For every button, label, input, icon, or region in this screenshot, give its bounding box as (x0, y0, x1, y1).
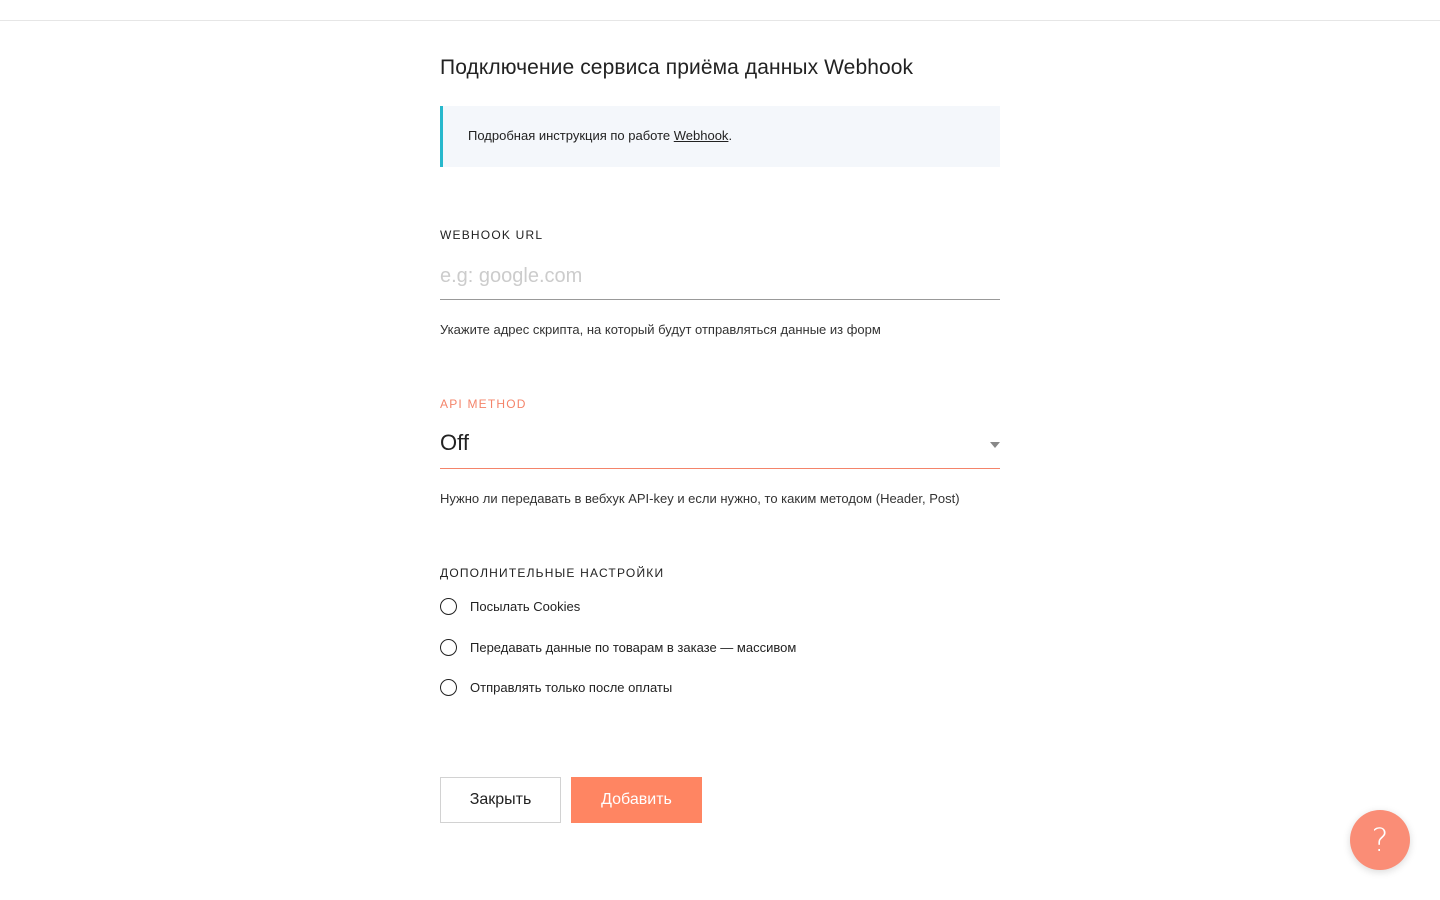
help-button[interactable]: ? (1350, 810, 1410, 870)
close-button[interactable]: Закрыть (440, 777, 561, 823)
webhook-url-label: WEBHOOK URL (440, 228, 544, 242)
option-products-array-label: Передавать данные по товарам в заказе — … (470, 639, 797, 655)
info-text: Подробная инструкция по работе Webhook. (468, 128, 732, 143)
api-method-select[interactable]: Off (440, 422, 1000, 469)
add-button[interactable]: Добавить (571, 777, 702, 823)
api-method-hint: Нужно ли передавать в вебхук API-key и е… (440, 491, 960, 506)
option-after-payment[interactable]: Отправлять только после оплаты (440, 676, 672, 698)
webhook-url-hint: Укажите адрес скрипта, на который будут … (440, 322, 881, 337)
webhook-url-input[interactable] (440, 254, 1000, 300)
chevron-down-icon (990, 442, 1000, 448)
webhook-instructions-link[interactable]: Webhook (674, 128, 729, 143)
info-text-prefix: Подробная инструкция по работе (468, 128, 674, 143)
option-send-cookies-label: Посылать Cookies (470, 598, 581, 614)
info-box: Подробная инструкция по работе Webhook. (440, 106, 1000, 167)
extra-settings-label: ДОПОЛНИТЕЛЬНЫЕ НАСТРОЙКИ (440, 566, 665, 580)
question-icon: ? (1371, 821, 1389, 859)
option-products-array[interactable]: Передавать данные по товарам в заказе — … (440, 636, 796, 658)
api-method-value: Off (440, 430, 469, 455)
option-after-payment-toggle[interactable] (440, 678, 457, 696)
option-products-array-toggle[interactable] (440, 638, 457, 656)
option-send-cookies[interactable]: Посылать Cookies (440, 595, 580, 617)
option-after-payment-label: Отправлять только после оплаты (470, 679, 673, 695)
info-text-suffix: . (728, 128, 733, 143)
option-send-cookies-toggle[interactable] (440, 597, 457, 615)
api-method-label: API METHOD (440, 397, 527, 411)
page-title: Подключение сервиса приёма данных Webhoo… (440, 56, 914, 79)
top-bar (0, 0, 1440, 21)
